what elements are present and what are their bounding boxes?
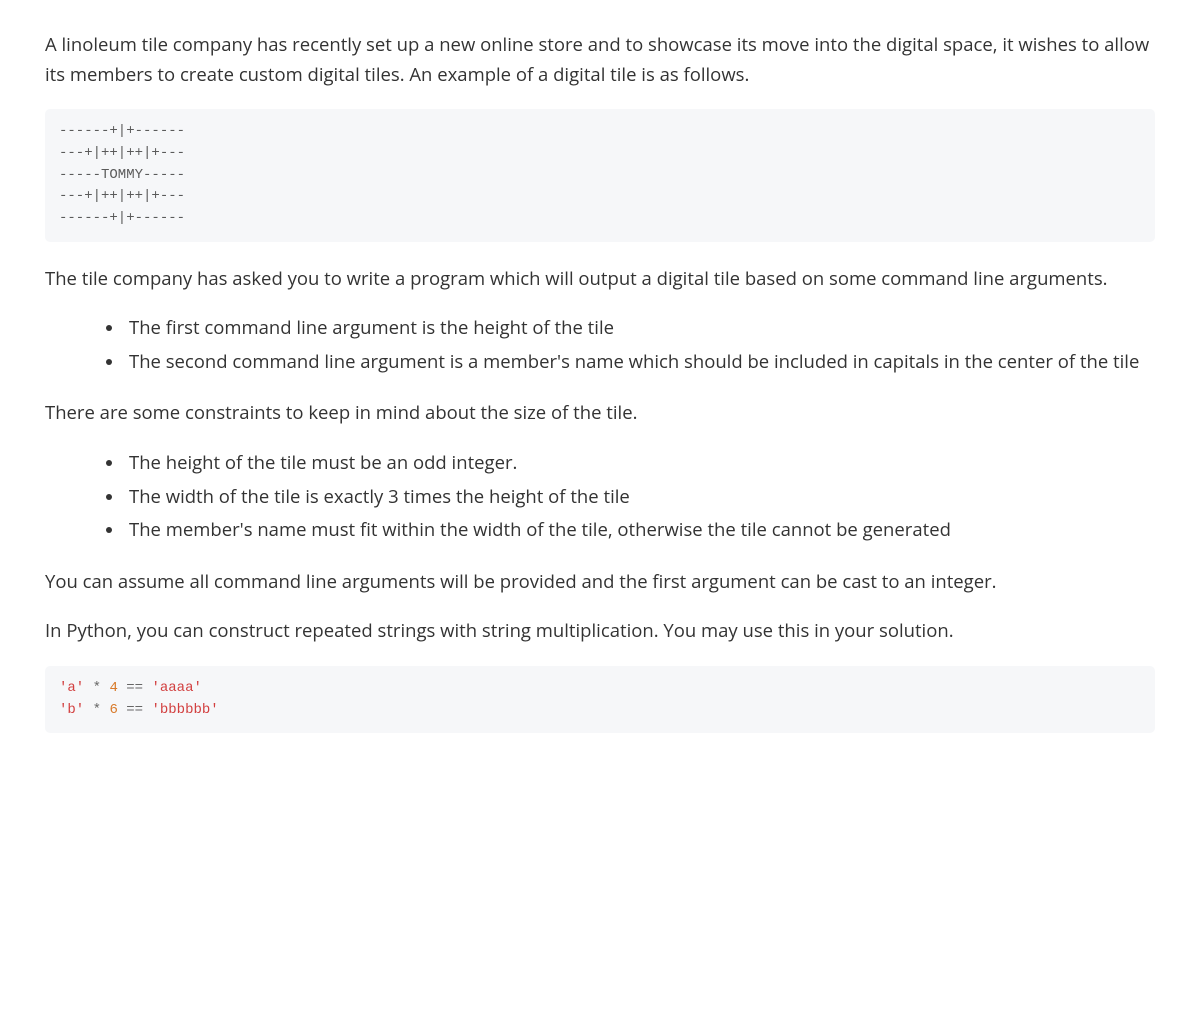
code-number: 6 [109, 702, 117, 718]
list-item: The height of the tile must be an odd in… [125, 448, 1155, 478]
list-item: The width of the tile is exactly 3 times… [125, 482, 1155, 512]
code-string: 'b' [59, 702, 84, 718]
string-mult-paragraph: In Python, you can construct repeated st… [45, 616, 1155, 646]
code-string: 'a' [59, 680, 84, 696]
tile-example-code-block: ------+|+------ ---+|++|++|+--- -----TOM… [45, 109, 1155, 241]
code-operator: == [126, 702, 143, 718]
list-item: The first command line argument is the h… [125, 313, 1155, 343]
code-number: 4 [109, 680, 117, 696]
constraints-list: The height of the tile must be an odd in… [45, 448, 1155, 545]
code-operator: * [93, 680, 101, 696]
list-item: The second command line argument is a me… [125, 347, 1155, 377]
after-example-paragraph: The tile company has asked you to write … [45, 264, 1155, 294]
code-operator: == [126, 680, 143, 696]
assume-paragraph: You can assume all command line argument… [45, 567, 1155, 597]
intro-paragraph: A linoleum tile company has recently set… [45, 30, 1155, 89]
list-item: The member's name must fit within the wi… [125, 515, 1155, 545]
code-string: 'bbbbbb' [151, 702, 218, 718]
string-mult-code-block: 'a' * 4 == 'aaaa' 'b' * 6 == 'bbbbbb' [45, 666, 1155, 733]
code-string: 'aaaa' [151, 680, 201, 696]
code-operator: * [93, 702, 101, 718]
constraints-intro-paragraph: There are some constraints to keep in mi… [45, 398, 1155, 428]
arguments-list: The first command line argument is the h… [45, 313, 1155, 376]
